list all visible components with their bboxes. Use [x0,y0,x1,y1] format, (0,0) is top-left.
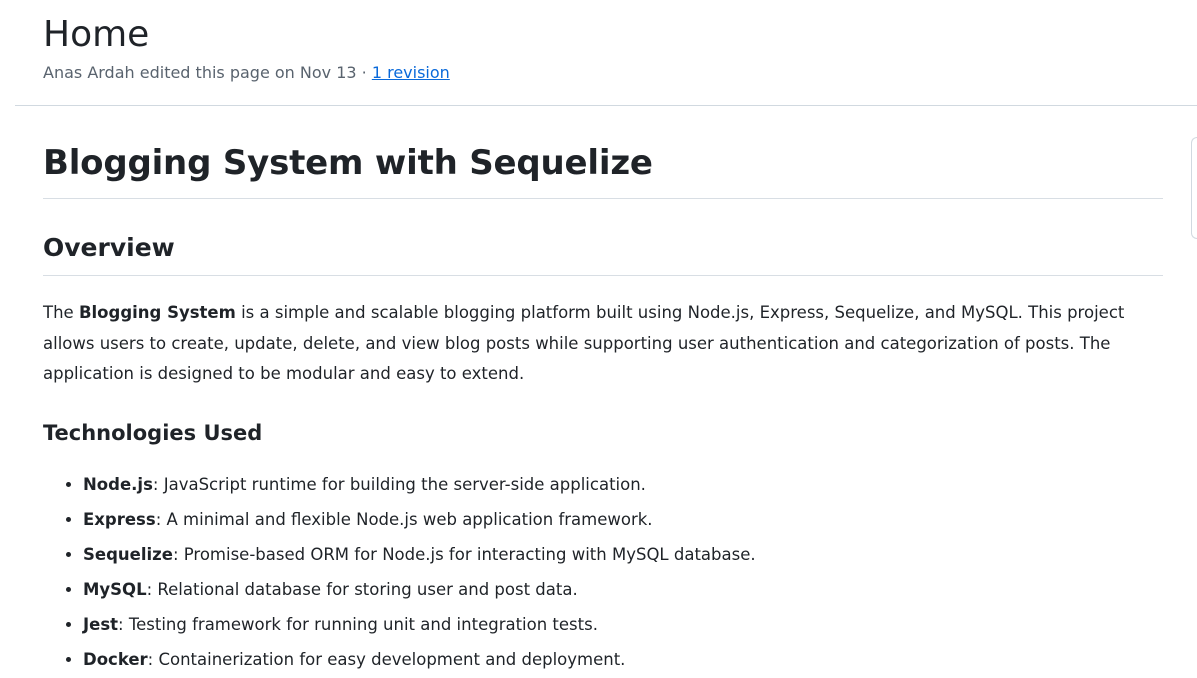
list-item: Docker: Containerization for easy develo… [83,642,1163,677]
list-item: Sequelize: Promise-based ORM for Node.js… [83,537,1163,572]
tech-desc: : A minimal and flexible Node.js web app… [155,509,653,529]
tech-desc: : Testing framework for running unit and… [118,614,598,634]
overview-heading: Overview [43,231,1163,276]
overview-intro-bold: Blogging System [78,303,236,322]
content-title: Blogging System with Sequelize [43,140,1163,199]
sidebar-panel-edge [1191,137,1197,239]
tech-desc: : Containerization for easy development … [147,649,626,669]
edit-info-text: Anas Ardah edited this page on Nov 13 · [43,63,372,82]
header-divider [15,105,1197,106]
list-item: Jest: Testing framework for running unit… [83,607,1163,642]
overview-paragraph: The Blogging System is a simple and scal… [43,298,1163,390]
list-item: MySQL: Relational database for storing u… [83,572,1163,607]
tech-desc: : Relational database for storing user a… [146,579,578,599]
page-edit-info: Anas Ardah edited this page on Nov 13 · … [43,62,1197,84]
tech-name: Node.js [83,474,153,494]
tech-name: MySQL [83,579,147,599]
list-item: Express: A minimal and flexible Node.js … [83,502,1163,537]
overview-intro-prefix: The [43,303,79,322]
tech-desc: : JavaScript runtime for building the se… [152,474,646,494]
tech-name: Jest [83,614,119,634]
tech-name: Express [83,509,156,529]
technologies-heading: Technologies Used [43,420,263,445]
tech-desc: : Promise-based ORM for Node.js for inte… [172,544,756,564]
technologies-list: Node.js: JavaScript runtime for building… [43,467,1163,677]
wiki-page: Home Anas Ardah edited this page on Nov … [0,0,1197,678]
tech-name: Docker [83,649,148,669]
page-title: Home [43,14,150,55]
wiki-header: Home Anas Ardah edited this page on Nov … [43,12,1197,84]
list-item: Node.js: JavaScript runtime for building… [83,467,1163,502]
wiki-content: Blogging System with Sequelize Overview … [43,140,1163,677]
revision-history-link[interactable]: 1 revision [372,63,450,82]
tech-name: Sequelize [83,544,173,564]
